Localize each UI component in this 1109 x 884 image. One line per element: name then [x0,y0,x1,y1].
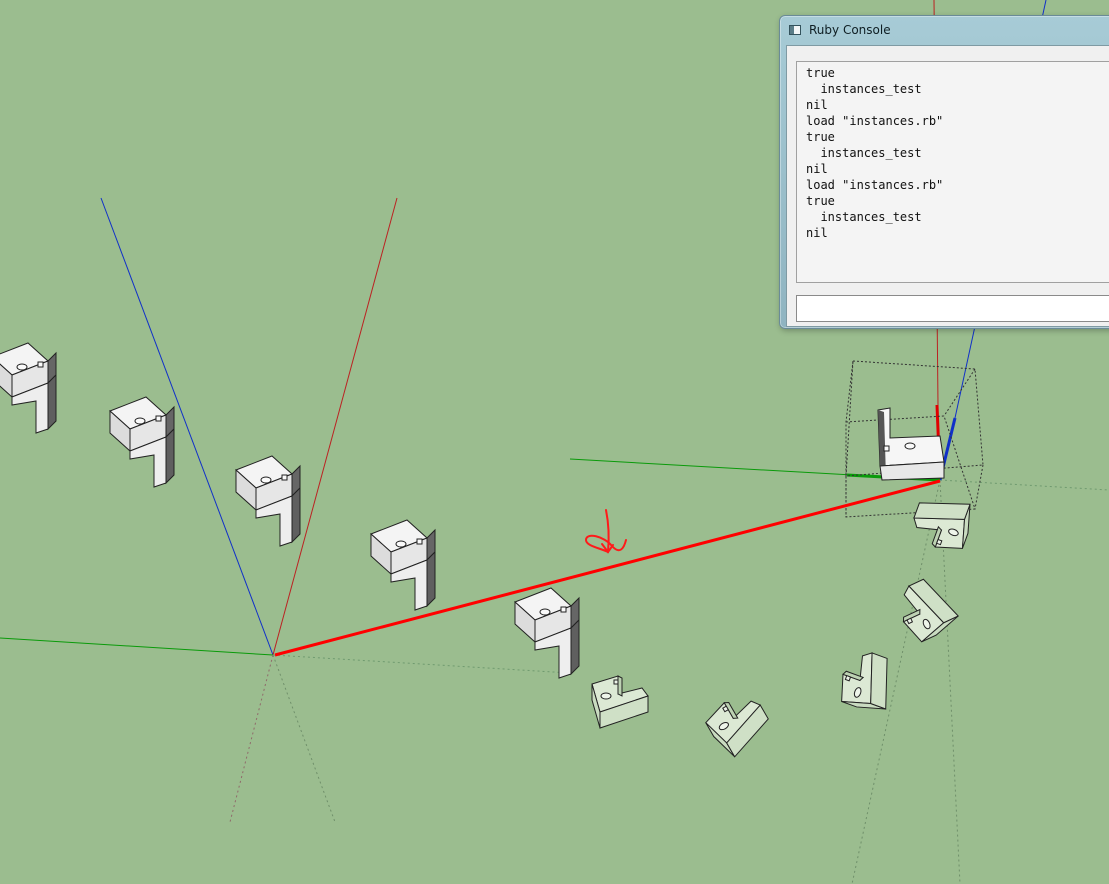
console-output-line: instances_test [806,82,922,96]
console-output-line: instances_test [806,210,922,224]
component-instance-selected[interactable] [877,407,945,481]
ruby-console-window[interactable]: Ruby Console true instances_test nil loa… [779,15,1109,329]
component-instance-1[interactable] [0,342,57,434]
console-output-line: true [806,130,835,144]
component-instance-5[interactable] [514,587,580,679]
component-instance-2[interactable] [109,396,175,488]
component-instance-3[interactable] [235,455,301,547]
console-output-line: true [806,194,835,208]
window-icon [789,25,801,35]
console-output-line: load "instances.rb" [806,114,944,128]
console-output-line: true [806,66,835,80]
red-reference-line [274,479,941,657]
component-instances-original[interactable] [0,342,580,679]
rotated-instance-4[interactable] [890,571,963,646]
console-output-line: nil [806,98,828,112]
console-output[interactable]: true instances_test nil load "instances.… [796,61,1109,283]
component-instances-rotated[interactable] [591,487,979,762]
console-titlebar[interactable]: Ruby Console [780,16,1109,44]
rotated-instance-1[interactable] [591,675,649,729]
console-output-line: instances_test [806,146,922,160]
console-output-line: nil [806,162,828,176]
console-output-line: nil [806,226,828,240]
rotation-arrow-annotation [584,509,627,554]
console-output-line: load "instances.rb" [806,178,944,192]
rotated-instance-2[interactable] [701,687,777,762]
component-instance-4[interactable] [370,519,436,611]
rotated-instance-5[interactable] [906,487,979,557]
console-title: Ruby Console [809,23,891,37]
rotated-instance-3[interactable] [833,645,903,718]
console-input[interactable] [796,295,1109,322]
